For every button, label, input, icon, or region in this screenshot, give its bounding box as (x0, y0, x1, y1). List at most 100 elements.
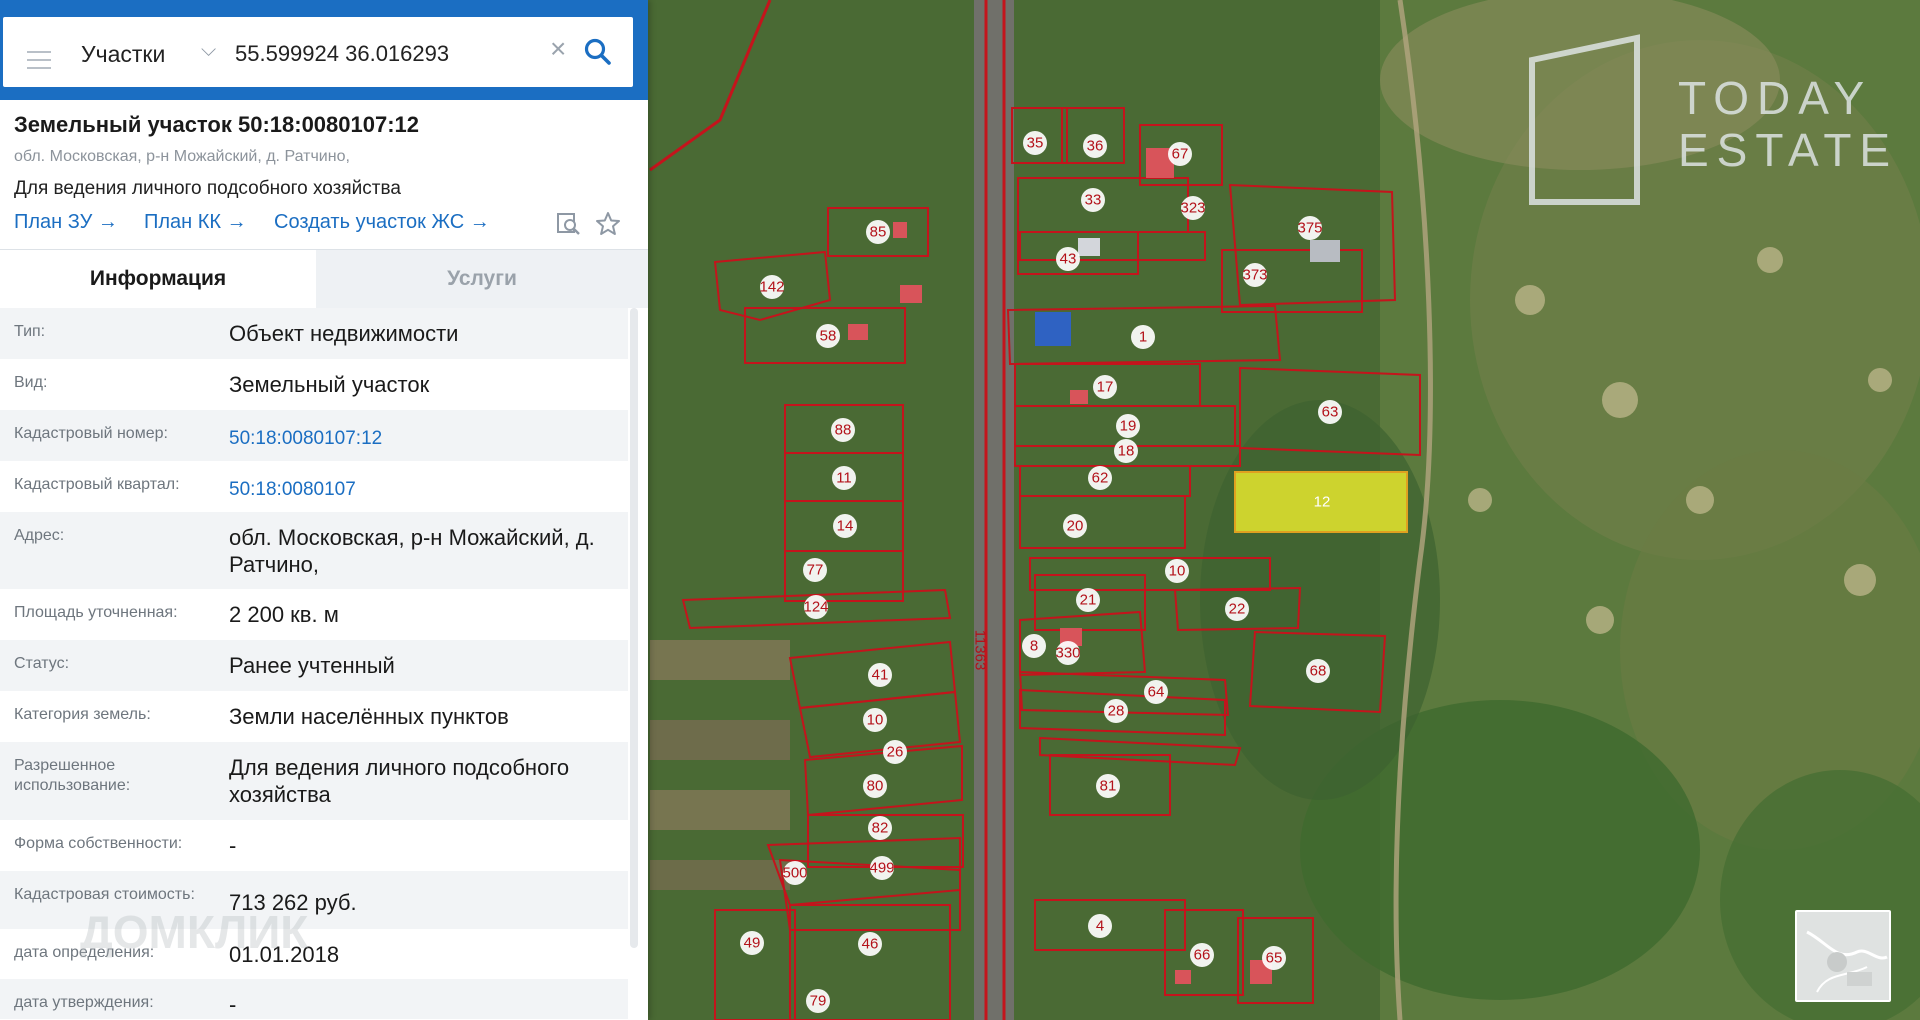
parcel-number-label[interactable]: 33 (1081, 188, 1105, 212)
parcel-number: 12 (1314, 494, 1331, 511)
parcel-number-label[interactable]: 499 (869, 856, 895, 880)
layer-select[interactable]: Участки (81, 41, 165, 68)
parcel-number: 22 (1229, 601, 1246, 618)
row-value: Ранее учтенный (229, 653, 395, 678)
parcel-number-label[interactable]: 20 (1063, 514, 1087, 538)
parcel-number-label[interactable]: 41 (868, 663, 892, 687)
chevron-down-icon[interactable]: ⌵ (201, 39, 216, 62)
clear-icon[interactable]: × (550, 35, 566, 63)
parcel-number-label[interactable]: 18 (1114, 439, 1138, 463)
parcel-number-label[interactable]: 8 (1022, 634, 1046, 658)
parcel-number-label[interactable]: 21 (1076, 588, 1100, 612)
parcel-number: 330 (1055, 645, 1080, 662)
parcel-number-label[interactable]: 77 (803, 558, 827, 582)
parcel-number-label[interactable]: 19 (1116, 414, 1140, 438)
parcel-number-label[interactable]: 375 (1297, 216, 1323, 240)
parcel-number: 41 (872, 667, 889, 684)
table-row: дата утверждения: - (0, 979, 628, 1019)
table-row: Кадастровый квартал: 50:18:0080107 (0, 461, 628, 512)
parcel-number-label[interactable]: 43 (1056, 247, 1080, 271)
parcel-number-label[interactable]: 63 (1318, 400, 1342, 424)
table-row: Площадь уточненная: 2 200 кв. м (0, 589, 628, 640)
row-label: Вид: (14, 374, 48, 391)
parcel-number-label[interactable]: 26 (883, 740, 907, 764)
row-value: Земельный участок (229, 372, 430, 397)
tab-services[interactable]: Услуги (316, 250, 648, 308)
parcel-number: 68 (1310, 663, 1327, 680)
parcel-number: 46 (862, 936, 879, 953)
plan-zu-label: План ЗУ (14, 211, 93, 233)
parcel-number: 62 (1092, 470, 1109, 487)
parcel-number-label[interactable]: 124 (803, 595, 829, 619)
parcel-number-label[interactable]: 49 (740, 931, 764, 955)
preview-icon[interactable] (556, 211, 580, 235)
search-icon[interactable] (583, 37, 613, 67)
parcel-number-label[interactable]: 22 (1225, 597, 1249, 621)
parcel-number: 67 (1172, 146, 1189, 163)
parcel-number-label[interactable]: 142 (759, 275, 785, 299)
row-label: Кадастровый квартал: (14, 476, 180, 493)
row-label: Тип: (14, 323, 46, 340)
parcel-number: 85 (870, 224, 887, 241)
parcel-number: 79 (810, 993, 827, 1010)
table-row: Адрес: обл. Московская, р-н Можайский, д… (0, 512, 628, 589)
parcel-number-label[interactable]: 11 (832, 466, 856, 490)
parcel-number-label[interactable]: 12 (1310, 490, 1334, 514)
parcel-number: 1 (1139, 329, 1147, 346)
row-label: Кадастровая стоимость: (14, 886, 195, 903)
cadastral-number-link[interactable]: 50:18:0080107:12 (229, 425, 619, 452)
parcel-number-label[interactable]: 67 (1168, 142, 1192, 166)
parcel-number-label[interactable]: 28 (1104, 699, 1128, 723)
parcel-number: 26 (887, 744, 904, 761)
parcel-number: 11 (836, 470, 852, 487)
parcel-number-label[interactable]: 85 (866, 220, 890, 244)
row-value: 2 200 кв. м (229, 602, 339, 627)
parcel-number-label[interactable]: 46 (858, 932, 882, 956)
parcel-number-label[interactable]: 10 (863, 708, 887, 732)
tab-information[interactable]: Информация (0, 250, 316, 308)
parcel-number-label[interactable]: 1 (1131, 325, 1155, 349)
parcel-number-label[interactable]: 14 (833, 514, 857, 538)
parcel-number-label[interactable]: 62 (1088, 466, 1112, 490)
menu-icon[interactable] (27, 59, 51, 61)
parcel-number-label[interactable]: 36 (1083, 134, 1107, 158)
coordinates-input[interactable] (235, 41, 535, 67)
parcel-number-label[interactable]: 80 (863, 774, 887, 798)
scrollbar[interactable] (630, 308, 638, 948)
parcel-number-label[interactable]: 10 (1165, 559, 1189, 583)
row-value: Для ведения личного подсобного хозяйства (229, 755, 570, 807)
parcel-number-label[interactable]: 58 (816, 324, 840, 348)
parcel-number-label[interactable]: 64 (1144, 680, 1168, 704)
plan-kk-link[interactable]: План КК → (144, 211, 247, 234)
create-parcel-link[interactable]: Создать участок ЖС → (274, 211, 490, 234)
search-bar: Участки ⌵ × (0, 0, 648, 100)
row-label: Кадастровый номер: (14, 425, 168, 442)
plan-zu-link[interactable]: План ЗУ → (14, 211, 118, 234)
table-row: Форма собственности: - (0, 820, 628, 871)
parcel-number-label[interactable]: 373 (1242, 263, 1268, 287)
row-value: Земли населённых пунктов (229, 704, 509, 729)
parcel-number-label[interactable]: 17 (1093, 375, 1117, 399)
parcel-number-label[interactable]: 65 (1262, 946, 1286, 970)
parcel-number-label[interactable]: 35 (1023, 131, 1047, 155)
arrow-right-icon: → (226, 211, 247, 233)
parcel-number-label[interactable]: 66 (1190, 943, 1214, 967)
minimap-toggle[interactable] (1795, 910, 1891, 1002)
parcel-number-label[interactable]: 4 (1088, 914, 1112, 938)
parcel-number-label[interactable]: 79 (806, 989, 830, 1013)
parcel-number: 28 (1108, 703, 1125, 720)
row-value: - (229, 833, 237, 858)
star-icon[interactable] (595, 211, 621, 237)
parcel-number-label[interactable]: 500 (782, 861, 808, 885)
parcel-number-label[interactable]: 68 (1306, 659, 1330, 683)
parcel-number: 124 (803, 599, 828, 616)
parcel-number-label[interactable]: 81 (1096, 774, 1120, 798)
cadastral-quarter-link[interactable]: 50:18:0080107 (229, 476, 619, 503)
row-value: обл. Московская, р-н Можайский, д. Ратчи… (229, 525, 595, 577)
parcel-number-label[interactable]: 82 (868, 816, 892, 840)
table-row: Тип: Объект недвижимости (0, 308, 628, 359)
parcel-number-label[interactable]: 323 (1180, 196, 1206, 220)
parcel-number-label[interactable]: 88 (831, 418, 855, 442)
today-estate-logo: TODAY ESTATE (1678, 72, 1898, 176)
parcel-number-label[interactable]: 330 (1055, 641, 1081, 665)
